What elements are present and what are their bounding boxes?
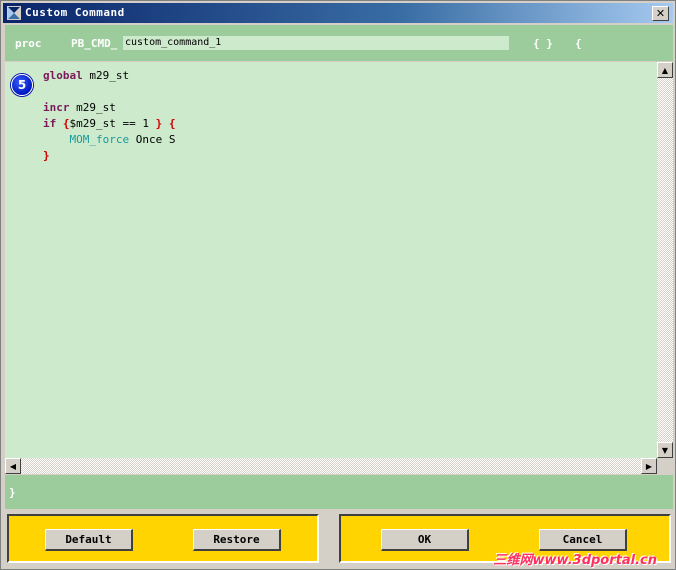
brace-pair-label: { }: [533, 37, 553, 50]
code-text-segment: $m29_st == 1: [69, 117, 156, 130]
arrow-left-icon: ◀: [9, 461, 17, 471]
code-brace: }: [155, 117, 163, 130]
window-title: Custom Command: [25, 6, 125, 19]
code-brace: }: [43, 149, 50, 162]
close-icon: ✕: [655, 7, 666, 20]
command-header: proc PB_CMD_ custom_command_1 { } {: [5, 25, 673, 61]
restore-button[interactable]: Restore: [193, 529, 281, 551]
code-function: MOM_force: [69, 133, 130, 146]
left-button-panel: Default Restore: [7, 514, 319, 563]
custom-command-window: Custom Command ✕ proc PB_CMD_ custom_com…: [0, 0, 676, 570]
close-brace-label: }: [9, 486, 16, 499]
command-name-input[interactable]: custom_command_1: [123, 36, 509, 50]
code-text[interactable]: global m29_st incr m29_st if {$m29_st ==…: [43, 68, 175, 164]
arrow-down-icon: ▼: [661, 445, 669, 455]
app-icon: [7, 6, 21, 20]
code-text-segment: m29_st: [82, 69, 130, 82]
code-keyword: if: [43, 117, 57, 130]
code-text-segment: Once S: [129, 133, 176, 146]
horizontal-scrollbar[interactable]: ◀ ▶: [5, 458, 657, 474]
code-keyword: incr: [43, 101, 70, 114]
scrollbar-corner: [657, 458, 673, 474]
code-brace: {: [168, 117, 176, 130]
default-button[interactable]: Default: [45, 529, 133, 551]
code-brace: {: [62, 117, 70, 130]
cancel-button[interactable]: Cancel: [539, 529, 627, 551]
open-brace-label: {: [575, 37, 582, 50]
step-number-badge: 5: [11, 74, 33, 96]
arrow-up-icon: ▲: [661, 65, 669, 75]
watermark: 三维网www.3dportal.cn: [493, 553, 657, 568]
scroll-down-button[interactable]: ▼: [657, 442, 673, 458]
scroll-right-button[interactable]: ▶: [641, 458, 657, 474]
command-footer: }: [5, 475, 673, 509]
command-prefix: PB_CMD_: [71, 37, 118, 50]
ok-button[interactable]: OK: [381, 529, 469, 551]
proc-label: proc: [15, 37, 42, 50]
scroll-up-button[interactable]: ▲: [657, 62, 673, 78]
vertical-scrollbar[interactable]: ▲ ▼: [657, 62, 673, 458]
close-button[interactable]: ✕: [652, 6, 669, 21]
code-keyword: global: [43, 69, 83, 82]
arrow-right-icon: ▶: [645, 461, 653, 471]
title-bar[interactable]: Custom Command ✕: [3, 3, 673, 23]
scroll-left-button[interactable]: ◀: [5, 458, 21, 474]
code-text-segment: m29_st: [69, 101, 116, 114]
code-editor[interactable]: 5 global m29_st incr m29_st if {$m29_st …: [5, 62, 657, 458]
